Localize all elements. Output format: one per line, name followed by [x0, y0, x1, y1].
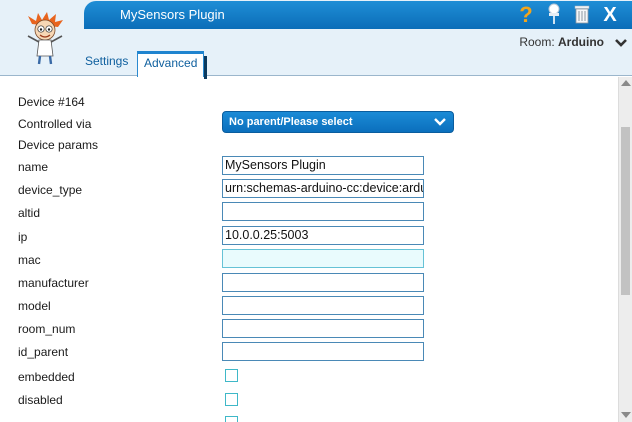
mascot-logo-icon: [27, 12, 63, 65]
name-field[interactable]: MySensors Plugin: [222, 156, 424, 175]
device-number: Device #164: [18, 95, 85, 109]
embedded-checkbox[interactable]: [225, 369, 238, 382]
field-label-altid: altid: [18, 206, 41, 220]
pin-icon[interactable]: [542, 3, 566, 27]
model-field[interactable]: [222, 296, 424, 315]
checkbox-label-embedded: embedded: [18, 370, 75, 384]
trash-icon[interactable]: [570, 3, 594, 27]
title-bar: MySensors Plugin ? X: [84, 1, 632, 29]
scroll-up-arrow-icon[interactable]: [621, 80, 631, 86]
controlled-via-value: No parent/Please select: [229, 116, 353, 128]
room-num-field[interactable]: [222, 319, 424, 338]
next-checkbox[interactable]: [225, 416, 238, 422]
help-icon[interactable]: ?: [514, 3, 538, 27]
room-indicator: Room: Arduino: [519, 35, 604, 49]
header: MySensors Plugin ? X Room: Arduino Setti…: [0, 0, 632, 79]
scroll-thumb[interactable]: [621, 127, 630, 295]
field-label-room-num: room_num: [18, 322, 76, 336]
vertical-scrollbar[interactable]: [618, 77, 632, 422]
chevron-down-icon: [434, 118, 446, 126]
mac-field[interactable]: [222, 249, 424, 268]
device-params-label: Device params: [18, 138, 99, 152]
field-label-id-parent: id_parent: [18, 345, 69, 359]
altid-field[interactable]: [222, 202, 424, 221]
controlled-via-label: Controlled via: [18, 117, 92, 131]
field-label-name: name: [18, 160, 49, 174]
disabled-checkbox[interactable]: [225, 393, 238, 406]
chevron-down-icon[interactable]: [614, 37, 628, 49]
field-label-mac: mac: [18, 253, 41, 267]
tab-advanced[interactable]: Advanced: [137, 51, 207, 79]
ip-field[interactable]: 10.0.0.25:5003: [222, 226, 424, 245]
manufacturer-field[interactable]: [222, 273, 424, 292]
field-label-ip: ip: [18, 230, 28, 244]
room-label: Room:: [519, 35, 555, 49]
close-icon[interactable]: X: [598, 3, 622, 27]
field-label-device-type: device_type: [18, 183, 83, 197]
checkbox-label-disabled: disabled: [18, 393, 63, 407]
id-parent-field[interactable]: [222, 342, 424, 361]
controlled-via-select[interactable]: No parent/Please select: [222, 111, 454, 133]
window-title: MySensors Plugin: [120, 7, 225, 22]
device-type-field[interactable]: urn:schemas-arduino-cc:device:arduino:1: [222, 179, 424, 198]
tab-settings[interactable]: Settings: [79, 50, 134, 76]
field-label-manufacturer: manufacturer: [18, 276, 89, 290]
field-label-model: model: [18, 299, 51, 313]
room-value: Arduino: [558, 35, 604, 49]
scroll-down-arrow-icon[interactable]: [621, 412, 631, 418]
